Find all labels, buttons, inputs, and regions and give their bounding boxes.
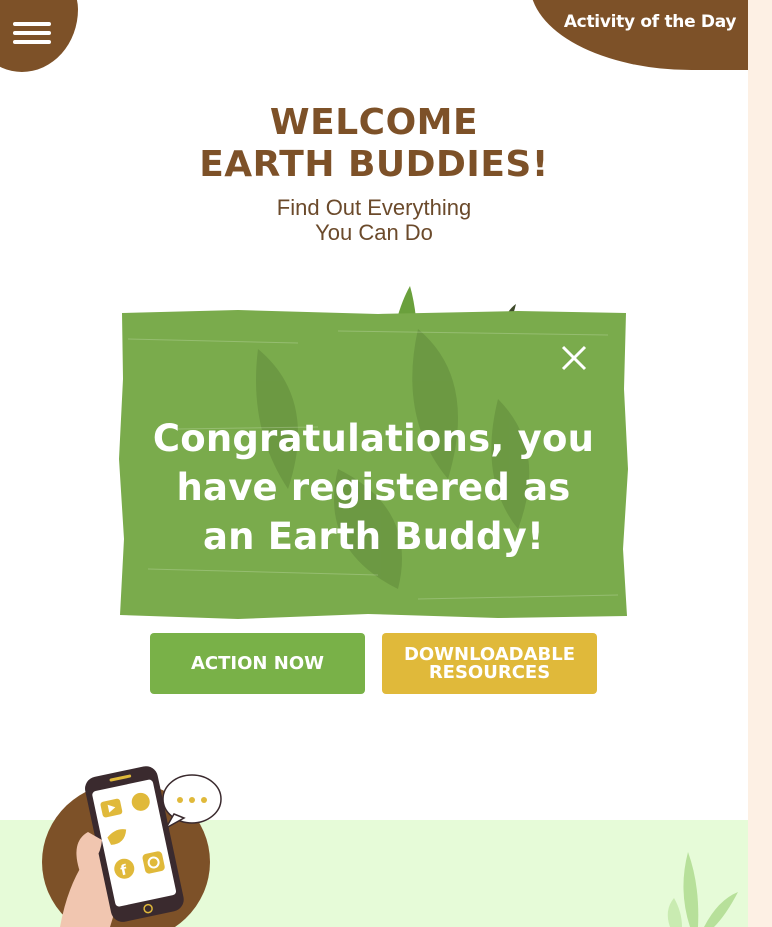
title-line-1: WELCOME — [269, 102, 479, 143]
page: Activity of the Day WELCOME EARTH BUDDIE… — [0, 0, 748, 927]
page-scrollbar[interactable] — [748, 0, 772, 927]
plant-icon — [667, 852, 738, 927]
downloadable-resources-button[interactable]: DOWNLOADABLE RESOURCES — [382, 633, 597, 694]
page-title: WELCOME EARTH BUDDIES! — [0, 102, 748, 186]
modal-message: Congratulations, you have registered as … — [118, 414, 629, 561]
resources-label-line-1: DOWNLOADABLE — [403, 643, 576, 665]
modal-message-line-2: have registered as — [176, 466, 571, 509]
subtitle-line-1: Find Out Everything — [276, 195, 472, 220]
activity-of-the-day-link[interactable]: Activity of the Day — [560, 12, 740, 32]
modal-message-line-1: Congratulations, you — [152, 417, 595, 460]
action-now-button[interactable]: ACTION NOW — [150, 633, 365, 694]
activity-blob — [530, 0, 748, 70]
page-subtitle: Find Out Everything You Can Do — [0, 195, 748, 245]
close-icon[interactable] — [554, 338, 594, 378]
resources-label-line-2: RESOURCES — [428, 661, 551, 683]
subtitle-line-2: You Can Do — [315, 220, 433, 245]
title-line-2: EARTH BUDDIES! — [199, 144, 549, 185]
action-now-label: ACTION NOW — [191, 652, 324, 674]
hamburger-menu-icon[interactable] — [8, 10, 56, 50]
modal-message-line-3: an Earth Buddy! — [202, 515, 545, 558]
phone-with-social-apps-icon: f — [42, 766, 222, 927]
